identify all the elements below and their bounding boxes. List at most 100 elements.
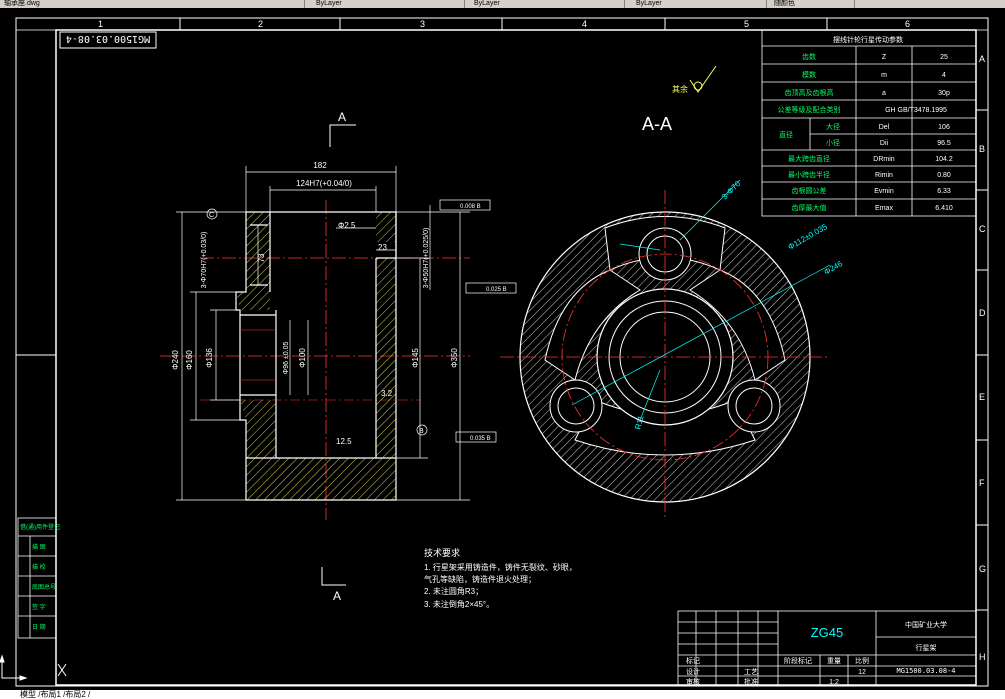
svg-text:25: 25 [940, 54, 948, 61]
svg-text:96.5: 96.5 [937, 140, 951, 147]
dim-73: 73 [257, 253, 266, 262]
dim-3-d70: 3-Φ70H7(+0.03/0) [201, 232, 208, 289]
svg-text:齿数: 齿数 [802, 52, 816, 61]
dim-d246: Φ246 [823, 259, 845, 277]
svg-text:行星架: 行星架 [916, 643, 937, 652]
dim-d240: Φ240 [171, 350, 180, 370]
section-letter-bottom: A [333, 589, 341, 603]
svg-text:m: m [881, 72, 887, 79]
svg-text:中国矿业大学: 中国矿业大学 [905, 620, 947, 629]
layer-dropdown-2[interactable]: ByLayer [470, 0, 625, 8]
svg-text:G: G [979, 564, 986, 574]
svg-text:大径: 大径 [826, 122, 840, 131]
svg-text:5: 5 [744, 19, 749, 29]
dim-d2-5: Φ2.5 [338, 221, 356, 230]
svg-text:底图总号: 底图总号 [32, 583, 56, 591]
svg-text:1: 1 [98, 19, 103, 29]
svg-text:3: 3 [420, 19, 425, 29]
svg-text:签 字: 签 字 [32, 603, 46, 611]
svg-text:借(通)用件登记: 借(通)用件登记 [20, 523, 60, 531]
svg-text:E: E [979, 392, 985, 402]
svg-text:a: a [882, 90, 886, 97]
svg-text:直径: 直径 [779, 130, 793, 139]
svg-text:GH GB/T3478.1995: GH GB/T3478.1995 [885, 107, 947, 114]
svg-text:描 校: 描 校 [32, 563, 46, 571]
svg-text:6.33: 6.33 [937, 188, 951, 195]
svg-text:106: 106 [938, 124, 950, 131]
svg-text:6.410: 6.410 [935, 205, 953, 212]
svg-text:2: 2 [258, 19, 263, 29]
layer-dropdown-1[interactable]: ByLayer [312, 0, 465, 8]
dim-d112: Φ112±0.035 [787, 222, 830, 252]
svg-text:1:2: 1:2 [829, 679, 839, 686]
svg-text:A: A [979, 54, 985, 64]
dim-d136: Φ136 [205, 348, 214, 368]
svg-text:标记: 标记 [686, 656, 700, 665]
svg-text:ZG45: ZG45 [811, 625, 844, 640]
svg-text:审核: 审核 [686, 677, 700, 686]
svg-text:齿厚最大值: 齿厚最大值 [792, 203, 827, 212]
svg-text:最大跨齿直径: 最大跨齿直径 [788, 154, 830, 163]
svg-text:H: H [979, 652, 986, 662]
svg-text:公差等级及配合类别: 公差等级及配合类别 [778, 105, 841, 114]
left-section-view: 182 124H7(+0.04/0) Φ2.5 23 3.2 12.5 Φ240… [160, 161, 517, 520]
layer-dropdown-3[interactable]: ByLayer [632, 0, 767, 8]
left-stamp-text: 借(通)用件登记 描 图 描 校 底图总号 签 字 日 期 [20, 523, 60, 631]
dim-23: 23 [378, 243, 387, 252]
color-dropdown[interactable]: 随颜色 [770, 0, 855, 8]
svg-text:0.80: 0.80 [937, 172, 951, 179]
svg-text:摆线针轮行星传动参数: 摆线针轮行星传动参数 [833, 35, 903, 44]
svg-text:12: 12 [858, 669, 866, 676]
svg-text:30p: 30p [938, 90, 950, 97]
dim-124: 124H7(+0.04/0) [296, 179, 352, 188]
roughness-symbol [689, 65, 717, 93]
svg-text:Evmin: Evmin [874, 188, 894, 195]
svg-text:齿根圆公差: 齿根圆公差 [792, 186, 827, 195]
svg-text:齿顶高及齿根高: 齿顶高及齿根高 [785, 88, 834, 97]
tolerance-frame-2: 0.025 B [486, 287, 507, 293]
svg-text:3. 未注倒角2×45°。: 3. 未注倒角2×45°。 [424, 599, 494, 609]
svg-text:小径: 小径 [826, 138, 840, 147]
svg-text:工艺: 工艺 [744, 668, 758, 676]
toolbar: 轴承座.dwg ByLayer ByLayer ByLayer 随颜色 [0, 0, 1005, 8]
section-letter-top: A [338, 110, 346, 124]
tech-requirements: 技术要求 1. 行星架采用铸造件，铸件无裂纹、砂眼， 气孔等缺陷，铸造件退火处理… [424, 547, 577, 609]
svg-text:最小跨齿半径: 最小跨齿半径 [788, 170, 830, 179]
svg-text:描 图: 描 图 [32, 543, 46, 551]
dim-d160: Φ160 [185, 350, 194, 370]
svg-text:104.2: 104.2 [935, 156, 953, 163]
frame-column-labels: 1 2 3 4 5 6 [98, 19, 910, 29]
svg-text:Del: Del [879, 124, 890, 131]
section-title: A-A [642, 114, 672, 134]
svg-text:F: F [979, 478, 985, 488]
cad-drawing[interactable]: 1 2 3 4 5 6 A B C D E F G H MG1500.03.08… [0, 8, 1005, 690]
svg-text:Rimin: Rimin [875, 172, 893, 179]
svg-text:气孔等缺陷，铸造件退火处理；: 气孔等缺陷，铸造件退火处理； [424, 574, 536, 584]
svg-text:日 期: 日 期 [32, 623, 46, 631]
svg-text:Emax: Emax [875, 205, 893, 212]
svg-text:Z: Z [882, 54, 887, 61]
svg-text:重量: 重量 [827, 657, 841, 665]
datum-c: C [209, 212, 214, 219]
gear-param-text: 摆线针轮行星传动参数 齿数 Z 25 模数 m 4 齿顶高及齿根高 a 30p … [778, 35, 953, 212]
roughness-12-5: 12.5 [336, 437, 352, 446]
section-marker-bottom [321, 567, 346, 586]
svg-text:2. 未注圆角R3；: 2. 未注圆角R3； [424, 586, 483, 596]
dim-3-d50: 3-Φ50H7(+0.025/0) [423, 228, 430, 289]
svg-text:4: 4 [942, 72, 946, 79]
datum-b: B [419, 428, 424, 435]
svg-text:DRmin: DRmin [873, 156, 894, 163]
file-tab[interactable]: 轴承座.dwg [0, 0, 305, 8]
frame-row-labels: A B C D E F G H [979, 54, 986, 662]
layout-tabs-bar: 模型 /布局1 /布局2 / [0, 690, 1005, 699]
svg-text:批准: 批准 [744, 677, 758, 686]
svg-text:比例: 比例 [855, 656, 869, 665]
layout-tabs[interactable]: 模型 /布局1 /布局2 / [20, 690, 90, 699]
dim-d100: Φ100 [298, 348, 307, 368]
svg-text:MG1500.03.08-4: MG1500.03.08-4 [896, 667, 955, 675]
dim-3-d70-right: 3-Φ70 [720, 179, 743, 202]
svg-text:Dii: Dii [880, 140, 889, 147]
dim-d96: Φ96 ±0.05 [283, 342, 290, 375]
svg-text:MG1500.03.08-4: MG1500.03.08-4 [66, 33, 150, 44]
right-section-view: 3-Φ70 Φ112±0.035 Φ246 R11 [500, 179, 845, 520]
